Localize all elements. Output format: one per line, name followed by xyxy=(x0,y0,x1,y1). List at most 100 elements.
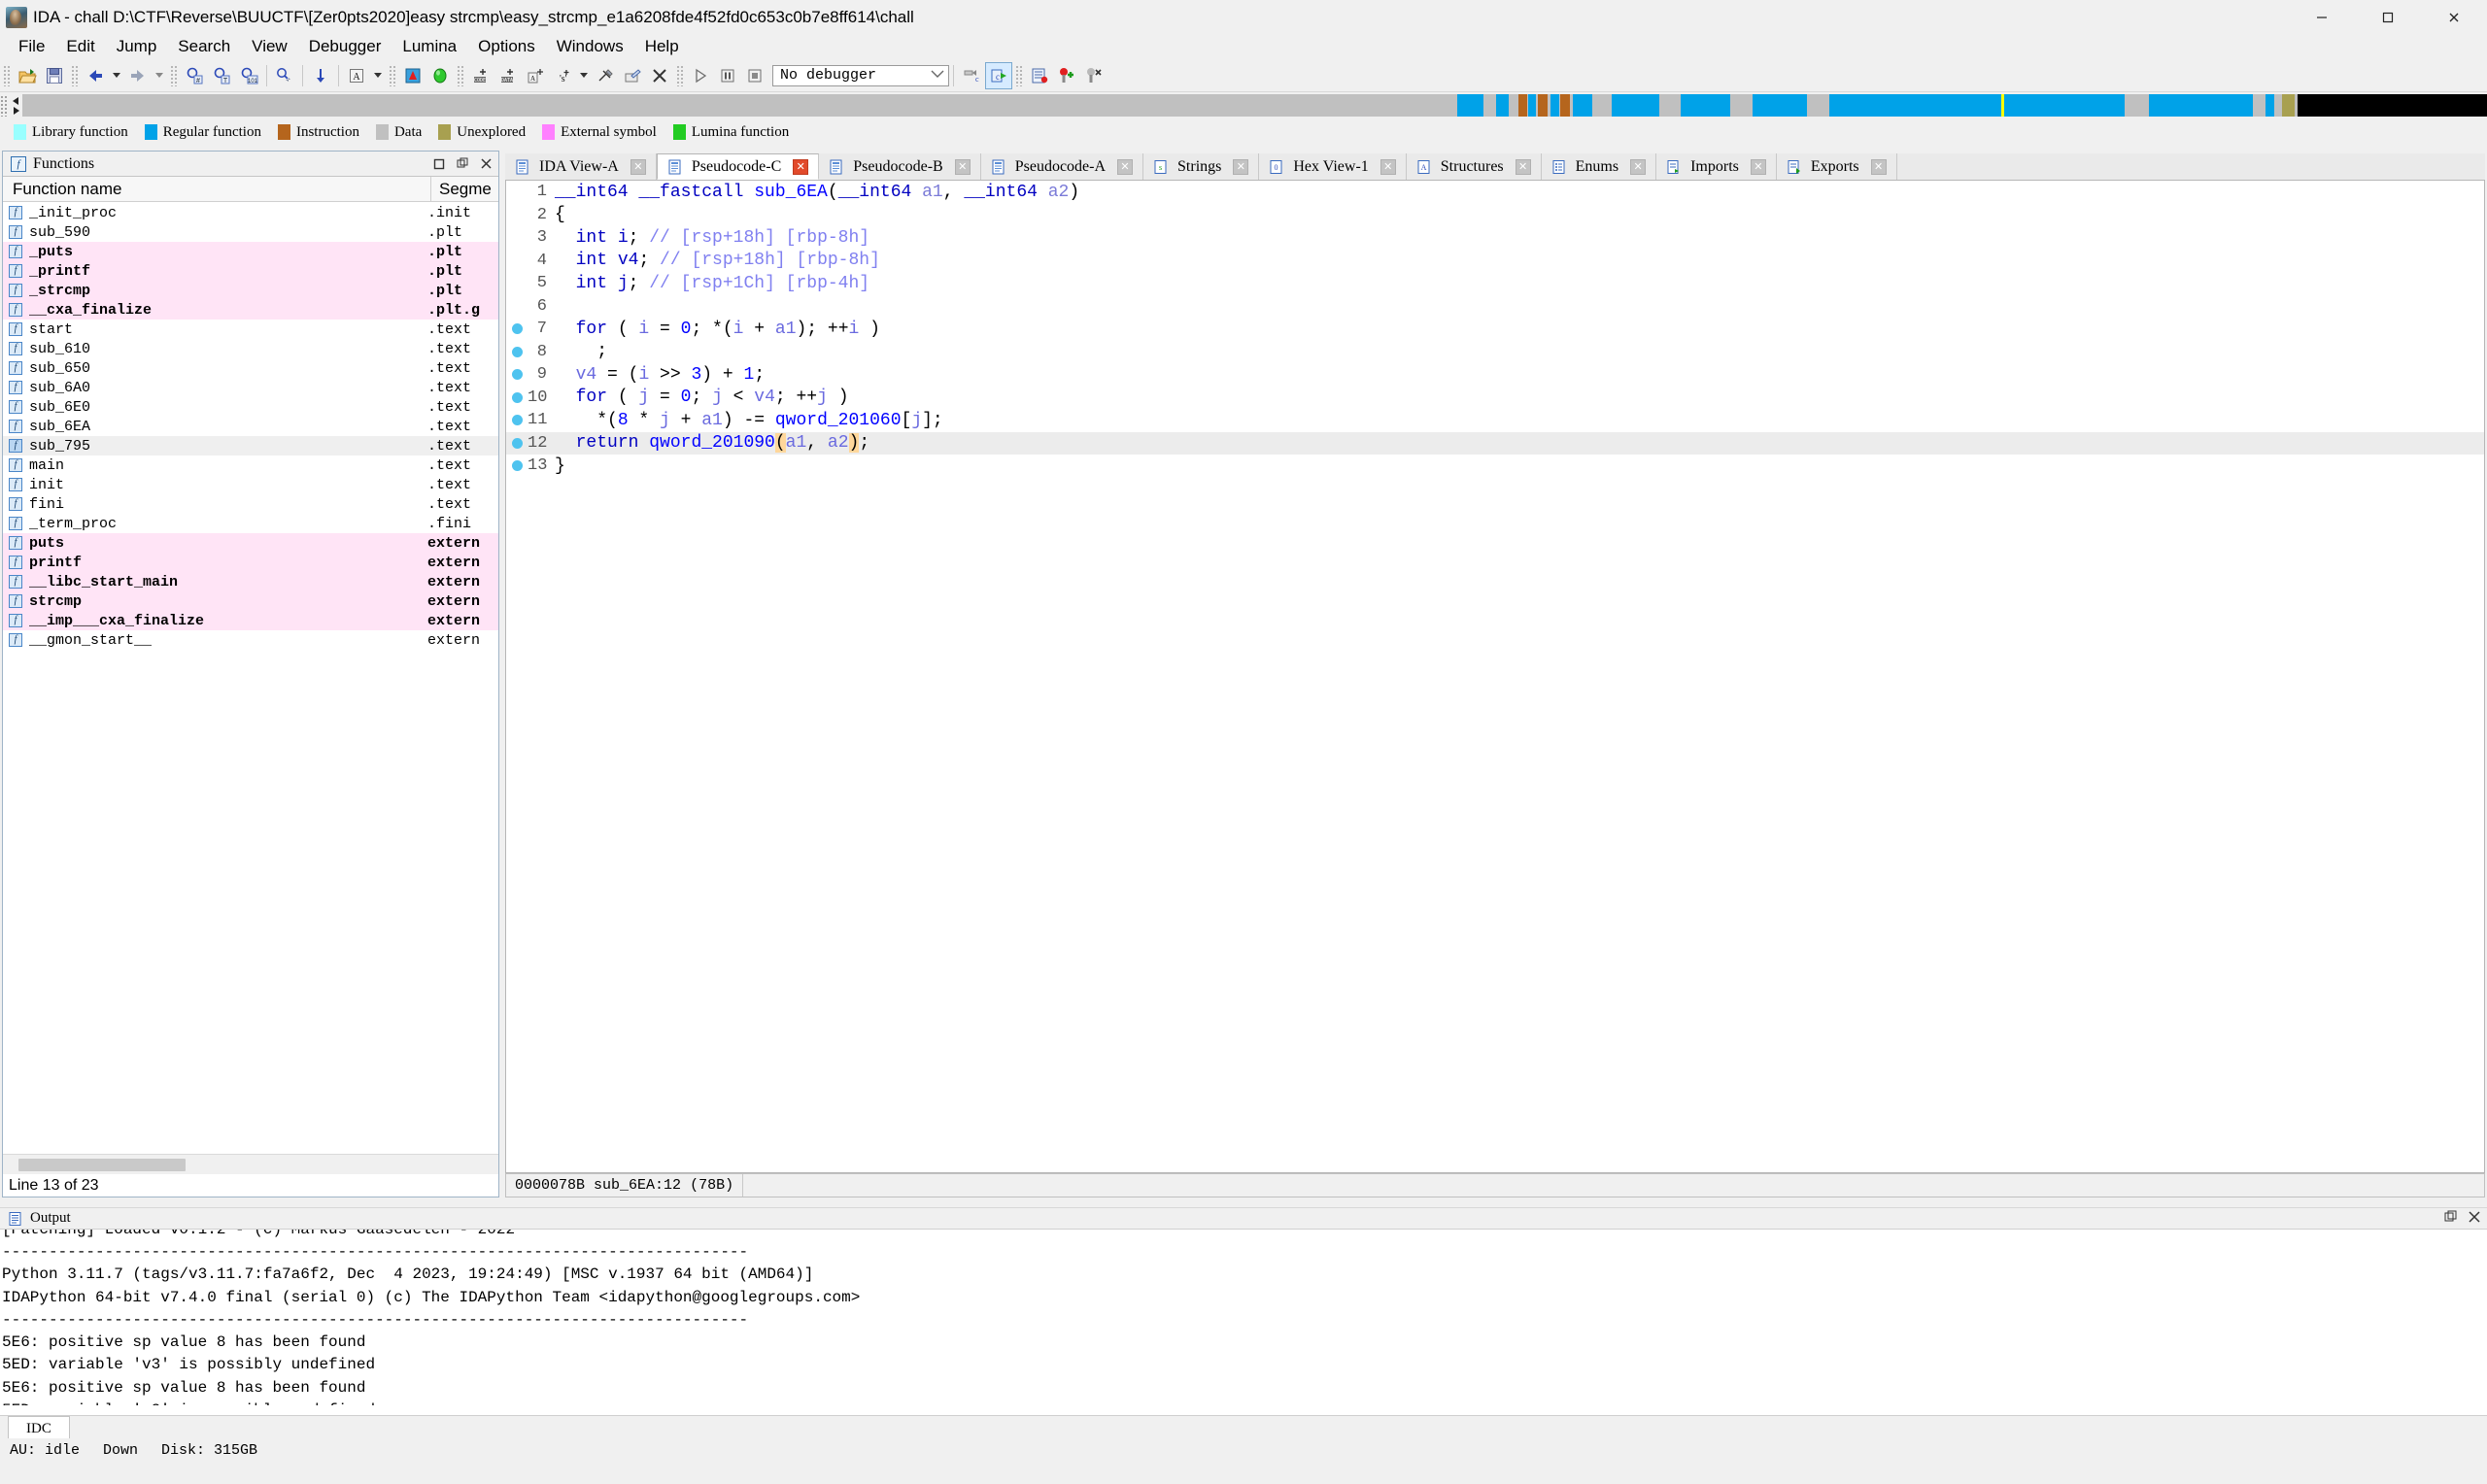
pseudocode-line[interactable]: 11 *(8 * j + a1) -= qword_201060[j]; xyxy=(506,409,2484,432)
delete-breakpoint-icon[interactable] xyxy=(1081,63,1107,88)
output-log-body[interactable]: [Patching] Loaded v0.1.2 - (c) Markus Ga… xyxy=(0,1230,2487,1405)
function-list-row[interactable]: f init .text xyxy=(3,475,498,494)
menu-windows[interactable]: Windows xyxy=(546,34,634,59)
functions-list[interactable]: f _init_proc .init f sub_590 .plt f _puts .plt f _… xyxy=(3,203,498,1152)
forward-arrow-icon[interactable] xyxy=(125,63,151,88)
float-panel-button[interactable] xyxy=(454,154,471,172)
toolbar-grip-4[interactable] xyxy=(389,64,396,86)
menu-lumina[interactable]: Lumina xyxy=(392,34,467,59)
search-hex-icon[interactable]: 101 xyxy=(236,63,261,88)
make-code-icon[interactable]: CODE xyxy=(468,63,494,88)
toolbar-grip[interactable] xyxy=(3,64,11,86)
analysis-warning-icon[interactable] xyxy=(400,63,426,88)
function-list-row[interactable]: f start .text xyxy=(3,320,498,339)
menu-file[interactable]: File xyxy=(8,34,55,59)
make-data-icon[interactable]: DATA xyxy=(495,63,521,88)
tab-close-icon[interactable]: ✕ xyxy=(1380,158,1396,175)
tab-hex-view-1[interactable]: 0 Hex View-1 ✕ xyxy=(1259,153,1407,180)
back-dropdown-icon[interactable] xyxy=(110,63,123,88)
breakpoint-list-icon[interactable] xyxy=(1027,63,1052,88)
pseudocode-line[interactable]: 9 v4 = (i >> 3) + 1; xyxy=(506,363,2484,387)
run-icon[interactable] xyxy=(688,63,713,88)
step-into-icon[interactable]: c xyxy=(959,63,984,88)
toolbar-grip-5[interactable] xyxy=(457,64,464,86)
back-arrow-icon[interactable] xyxy=(83,63,108,88)
function-list-row[interactable]: f sub_6E0 .text xyxy=(3,397,498,417)
tab-close-icon[interactable]: ✕ xyxy=(630,158,646,175)
make-array-icon[interactable]: A xyxy=(523,63,548,88)
function-list-row[interactable]: f _init_proc .init xyxy=(3,203,498,222)
tab-pseudocode-a[interactable]: Pseudocode-A ✕ xyxy=(980,153,1144,180)
function-list-row[interactable]: f sub_590 .plt xyxy=(3,222,498,242)
function-list-row[interactable]: f sub_650 .text xyxy=(3,358,498,378)
jump-xref-icon[interactable] xyxy=(272,63,297,88)
navigator-grip[interactable] xyxy=(0,94,9,117)
functions-horizontal-scrollbar[interactable] xyxy=(3,1154,498,1175)
pseudocode-line[interactable]: 5 int j; // [rsp+1Ch] [rbp-4h] xyxy=(506,272,2484,295)
toolbar-grip-2[interactable] xyxy=(71,64,79,86)
tab-pseudocode-b[interactable]: Pseudocode-B ✕ xyxy=(819,153,981,180)
function-list-row[interactable]: f __cxa_finalize .plt.g xyxy=(3,300,498,320)
jump-down-icon[interactable] xyxy=(308,63,333,88)
stop-icon[interactable] xyxy=(742,63,767,88)
menu-search[interactable]: Search xyxy=(167,34,241,59)
ascii-icon[interactable]: A xyxy=(344,63,369,88)
tab-imports[interactable]: Imports ✕ xyxy=(1656,153,1777,180)
pseudocode-line[interactable]: 10 for ( j = 0; j < v4; ++j ) xyxy=(506,387,2484,410)
function-list-row[interactable]: f _strcmp .plt xyxy=(3,281,498,300)
function-list-row[interactable]: f puts extern xyxy=(3,533,498,553)
tab-close-icon[interactable]: ✕ xyxy=(1750,158,1766,175)
pseudocode-line[interactable]: 7 for ( i = 0; *(i + a1); ++i ) xyxy=(506,318,2484,341)
debugger-select[interactable]: No debugger xyxy=(772,64,949,86)
tab-close-icon[interactable]: ✕ xyxy=(954,158,971,175)
breakpoint-dot-icon[interactable] xyxy=(506,460,528,472)
tab-structures[interactable]: A Structures ✕ xyxy=(1406,153,1542,180)
pseudocode-line[interactable]: 3 int i; // [rsp+18h] [rbp-8h] xyxy=(506,226,2484,250)
function-list-row[interactable]: f __imp___cxa_finalize extern xyxy=(3,611,498,630)
function-list-row[interactable]: f main .text xyxy=(3,455,498,475)
make-string-dropdown-icon[interactable] xyxy=(577,63,591,88)
rename-icon[interactable] xyxy=(620,63,645,88)
start-process-icon[interactable]: c xyxy=(985,61,1012,89)
minimize-button[interactable] xyxy=(2289,0,2355,34)
tab-exports[interactable]: Exports ✕ xyxy=(1776,153,1897,180)
breakpoint-dot-icon[interactable] xyxy=(506,369,528,381)
tab-close-icon[interactable]: ✕ xyxy=(1630,158,1647,175)
pseudocode-c-view[interactable]: 1 __int64 __fastcall sub_6EA(__int64 a1, … xyxy=(505,181,2485,1173)
menu-jump[interactable]: Jump xyxy=(106,34,168,59)
close-panel-button[interactable] xyxy=(477,154,494,172)
column-header-function-name[interactable]: Function name xyxy=(3,180,430,199)
function-list-row[interactable]: f _puts .plt xyxy=(3,242,498,261)
tab-pseudocode-c[interactable]: Pseudocode-C ✕ xyxy=(656,153,820,180)
toolbar-grip-7[interactable] xyxy=(1015,64,1023,86)
function-list-row[interactable]: f sub_795 .text xyxy=(3,436,498,455)
pseudocode-line[interactable]: 2{ xyxy=(506,204,2484,227)
function-list-row[interactable]: f sub_610 .text xyxy=(3,339,498,358)
toolbar-grip-6[interactable] xyxy=(676,64,684,86)
tab-close-icon[interactable]: ✕ xyxy=(1117,158,1134,175)
function-list-row[interactable]: f sub_6A0 .text xyxy=(3,378,498,397)
function-list-row[interactable]: f strcmp extern xyxy=(3,591,498,611)
ascii-dropdown-icon[interactable] xyxy=(371,63,385,88)
maximize-button[interactable] xyxy=(2355,0,2421,34)
tab-enums[interactable]: Enums ✕ xyxy=(1541,153,1657,180)
tab-close-icon[interactable]: ✕ xyxy=(793,158,809,175)
search-code-icon[interactable]: # xyxy=(182,63,207,88)
breakpoint-dot-icon[interactable] xyxy=(506,391,528,403)
undefine-icon[interactable] xyxy=(593,63,618,88)
pseudocode-line[interactable]: 13} xyxy=(506,455,2484,478)
menu-view[interactable]: View xyxy=(241,34,298,59)
menu-help[interactable]: Help xyxy=(634,34,690,59)
navigator-band[interactable] xyxy=(22,94,2487,117)
scrollbar-thumb[interactable] xyxy=(18,1159,186,1171)
open-file-icon[interactable] xyxy=(15,63,40,88)
column-header-segment[interactable]: Segme xyxy=(430,177,498,201)
make-string-icon[interactable]: 's' xyxy=(550,63,575,88)
breakpoint-dot-icon[interactable] xyxy=(506,415,528,426)
function-list-row[interactable]: f fini .text xyxy=(3,494,498,514)
pause-icon[interactable] xyxy=(715,63,740,88)
output-close-button[interactable] xyxy=(2468,1210,2481,1229)
save-icon[interactable] xyxy=(42,63,67,88)
function-list-row[interactable]: f __libc_start_main extern xyxy=(3,572,498,591)
menu-edit[interactable]: Edit xyxy=(55,34,105,59)
